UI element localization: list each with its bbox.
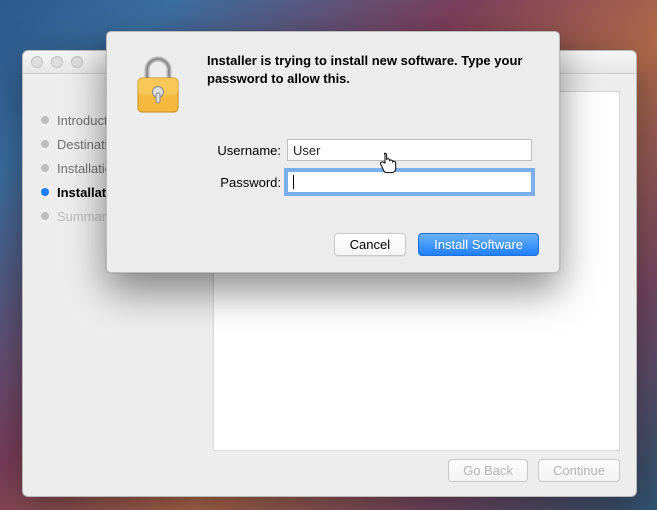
- lock-icon: [127, 52, 189, 117]
- step-dot: [41, 212, 49, 220]
- continue-button[interactable]: Continue: [538, 459, 620, 482]
- step-dot: [41, 140, 49, 148]
- traffic-light-zoom[interactable]: [71, 56, 83, 68]
- desktop: Introduction Destination Select Installa…: [0, 0, 657, 510]
- installer-footer: Go Back Continue: [448, 459, 620, 482]
- username-label: Username:: [205, 143, 281, 158]
- password-field[interactable]: [287, 171, 532, 193]
- password-label: Password:: [205, 175, 281, 190]
- go-back-button[interactable]: Go Back: [448, 459, 528, 482]
- step-label: Summary: [57, 209, 113, 224]
- auth-message: Installer is trying to install new softw…: [207, 52, 539, 117]
- auth-dialog-buttons: Cancel Install Software: [334, 233, 539, 256]
- install-software-button[interactable]: Install Software: [418, 233, 539, 256]
- auth-form: Username: User Password:: [205, 137, 539, 195]
- step-dot: [41, 116, 49, 124]
- username-value: User: [293, 143, 320, 158]
- text-caret: [293, 175, 294, 189]
- auth-dialog: Installer is trying to install new softw…: [106, 31, 560, 273]
- username-field[interactable]: User: [287, 139, 532, 161]
- step-dot: [41, 164, 49, 172]
- step-dot: [41, 188, 49, 196]
- traffic-light-close[interactable]: [31, 56, 43, 68]
- cancel-button[interactable]: Cancel: [334, 233, 406, 256]
- traffic-light-minimize[interactable]: [51, 56, 63, 68]
